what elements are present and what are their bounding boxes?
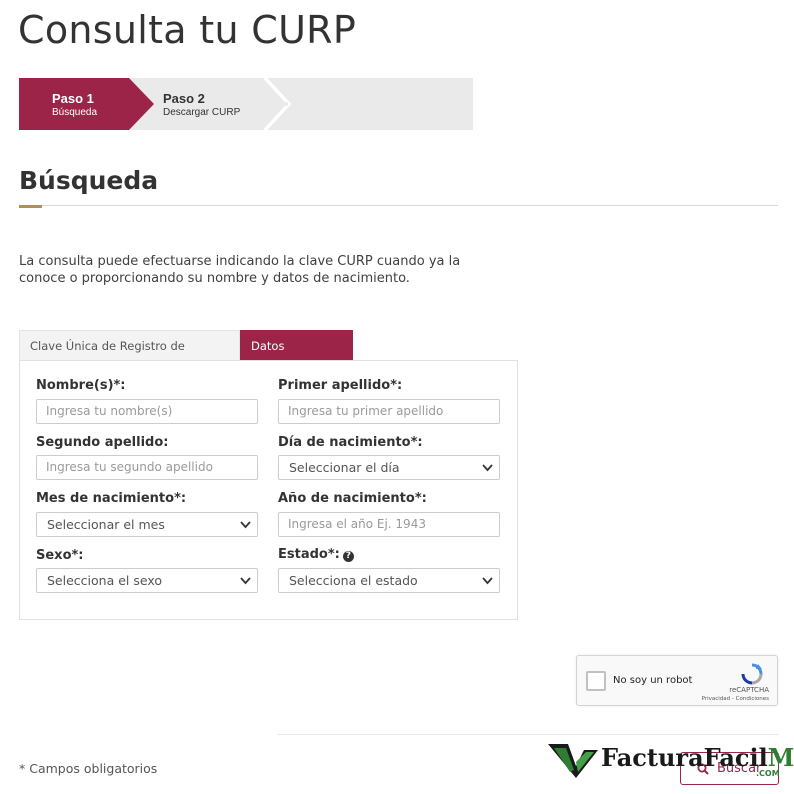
chevron-down-icon (482, 464, 493, 472)
watermark-text: FacturaFacilMX (601, 743, 794, 772)
facturafacil-watermark: FacturaFacilMX .COM (546, 740, 794, 782)
segundo-apellido-input[interactable]: Ingresa tu segundo apellido (36, 455, 258, 480)
required-fields-note: * Campos obligatorios (19, 761, 158, 776)
step-2-label: Descargar CURP (163, 107, 241, 118)
recaptcha-checkbox[interactable] (586, 671, 606, 691)
step-2: Paso 2 Descargar CURP (131, 78, 286, 130)
question-circle-icon[interactable]: ? (342, 551, 354, 562)
mes-nacimiento-value: Seleccionar el mes (47, 517, 165, 532)
watermark-mx: MX (767, 743, 794, 772)
facturafacil-logo-icon (548, 744, 598, 778)
watermark-com: .COM (756, 769, 780, 778)
recaptcha-widget: No soy un robot reCAPTCHA Privacidad - C… (576, 655, 778, 706)
mes-nacimiento-select[interactable]: Seleccionar el mes (36, 512, 258, 537)
estado-label: Estado*: (278, 547, 340, 562)
tab-clave-curp[interactable]: Clave Única de Registro de Población (19, 330, 240, 383)
nombre-label: Nombre(s)*: (36, 378, 126, 393)
recaptcha-label: No soy un robot (613, 675, 693, 686)
form-panel: Nombre(s)*: Ingresa tu nombre(s) Primer … (19, 360, 518, 620)
chevron-down-icon (240, 577, 251, 585)
estado-label-row: Estado*:? (278, 547, 354, 562)
nombre-input[interactable]: Ingresa tu nombre(s) (36, 399, 258, 424)
mes-nacimiento-label: Mes de nacimiento*: (36, 491, 187, 506)
intro-text: La consulta puede efectuarse indicando l… (19, 254, 461, 286)
footer-divider (278, 734, 778, 735)
anio-nacimiento-label: Año de nacimiento*: (278, 491, 427, 506)
sexo-value: Selecciona el sexo (47, 573, 162, 588)
anio-nacimiento-input[interactable]: Ingresa el año Ej. 1943 (278, 512, 500, 537)
recaptcha-brand: reCAPTCHA (729, 686, 769, 694)
recaptcha-links[interactable]: Privacidad - Condiciones (702, 696, 769, 702)
estado-value: Selecciona el estado (289, 573, 418, 588)
step-2-number: Paso 2 (163, 91, 205, 106)
section-divider (19, 205, 778, 206)
step-1-label: Búsqueda (52, 107, 98, 118)
watermark-main: FacturaFacil (601, 743, 768, 772)
chevron-down-icon (240, 521, 251, 529)
stepper: Paso 2 Descargar CURP Paso 1 Búsqueda (19, 78, 473, 130)
step-1-number: Paso 1 (52, 91, 94, 106)
dia-nacimiento-select[interactable]: Seleccionar el día (278, 455, 500, 480)
recaptcha-logo-icon (741, 663, 763, 685)
sexo-select[interactable]: Selecciona el sexo (36, 568, 258, 593)
primer-apellido-label: Primer apellido*: (278, 378, 403, 393)
tab-datos-personales[interactable]: Datos Personales (240, 330, 353, 383)
dia-nacimiento-label: Día de nacimiento*: (278, 435, 423, 450)
dia-nacimiento-value: Seleccionar el día (289, 460, 400, 475)
section-title: Búsqueda (19, 166, 159, 195)
page-title: Consulta tu CURP (18, 8, 357, 52)
step-1: Paso 1 Búsqueda (19, 78, 154, 130)
primer-apellido-input[interactable]: Ingresa tu primer apellido (278, 399, 500, 424)
chevron-down-icon (482, 577, 493, 585)
segundo-apellido-label: Segundo apellido: (36, 435, 169, 450)
section-accent-bar (19, 205, 42, 208)
estado-select[interactable]: Selecciona el estado (278, 568, 500, 593)
sexo-label: Sexo*: (36, 548, 84, 563)
